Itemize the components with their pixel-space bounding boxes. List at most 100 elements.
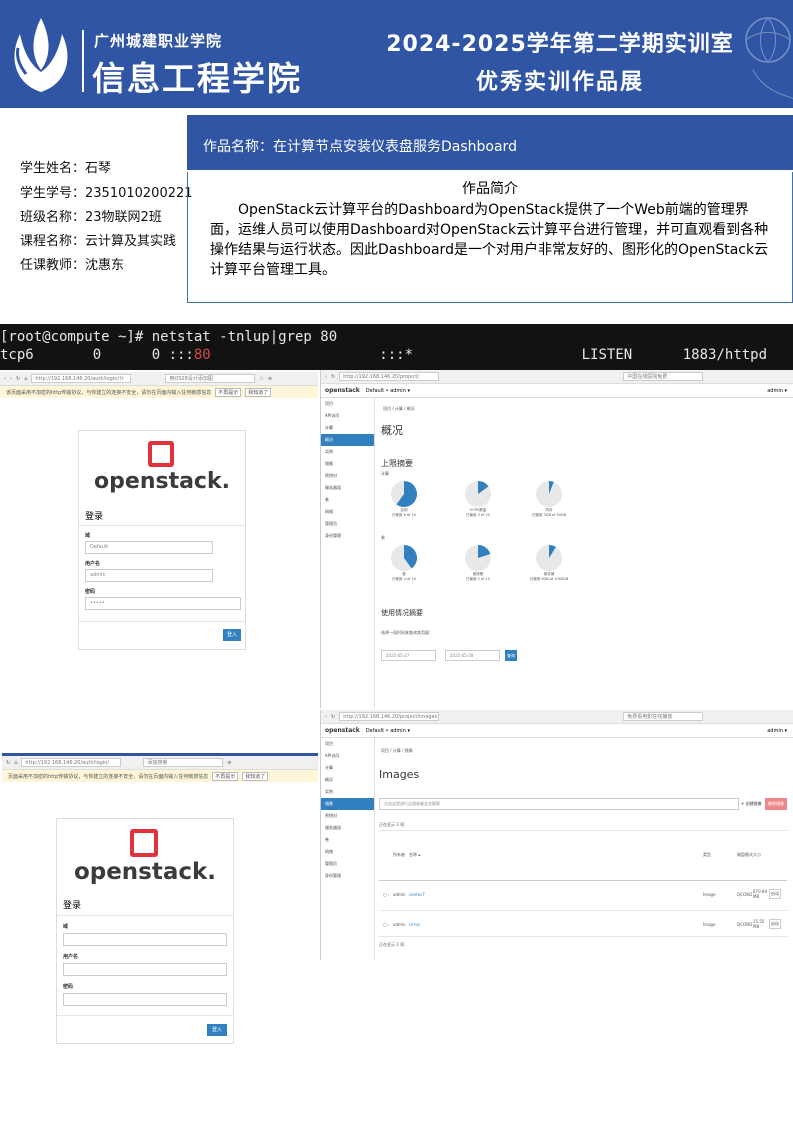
create-image-button[interactable]: + 创建镜像 [741, 801, 762, 807]
delete-image-button[interactable]: 删除镜像 [765, 798, 787, 810]
dont-show-button[interactable]: 不再提示 [215, 387, 242, 397]
dont-show-button[interactable]: 不再提示 [212, 771, 239, 781]
sidebar-item[interactable]: 项目 [321, 398, 374, 410]
address-bar[interactable]: http://192.168.146.20/project/ [339, 372, 440, 381]
class-name: 23物联网2班 [85, 210, 162, 225]
home-icon[interactable]: ⌂ [14, 760, 17, 766]
sidebar-item-images[interactable]: 镜像 [321, 798, 374, 810]
sidebar-item[interactable]: 密钥对 [321, 470, 374, 482]
home-icon[interactable]: ⌂ [24, 376, 27, 382]
reload-icon[interactable]: ↻ [331, 714, 335, 720]
domain-input[interactable] [63, 933, 227, 946]
query-button[interactable]: 查询 [505, 650, 517, 661]
class-row: 班级名称：23物联网2班 [20, 206, 162, 225]
username-input[interactable] [63, 963, 227, 976]
search-box[interactable]: 中国在线医院免费 [623, 372, 704, 381]
sidebar-item[interactable]: 服务器组 [321, 822, 374, 834]
image-name-link[interactable]: centos7 [409, 892, 425, 897]
sidebar-item[interactable]: API访问 [321, 750, 374, 762]
forward-icon[interactable]: › [10, 376, 12, 382]
reload-icon[interactable]: ↻ [6, 760, 10, 766]
pie-used: 已使用 9GB of 1000GB [529, 577, 569, 581]
address-bar[interactable]: http://192.168.146.20/auth/login/?r [31, 374, 132, 383]
login-submit-button[interactable]: 登入 [223, 629, 241, 641]
password-input[interactable] [63, 993, 227, 1006]
intro-box: 作品简介 OpenStack云计算平台的Dashboard为OpenStack提… [187, 172, 793, 303]
reload-icon[interactable]: ↻ [16, 376, 20, 382]
usage-summary-title: 使用情况摘要 [381, 609, 423, 617]
sidebar-item[interactable]: 实例 [321, 446, 374, 458]
student-id: 2351010200221 [85, 186, 193, 201]
back-icon[interactable]: ‹ [325, 374, 327, 380]
domain-label: 域 [85, 533, 91, 539]
brand-logo[interactable]: openstack [325, 727, 360, 734]
sidebar-item[interactable]: 密钥对 [321, 810, 374, 822]
sidebar-item-overview[interactable]: 概况 [321, 434, 374, 446]
student-name-label: 学生姓名： [20, 161, 86, 176]
user-menu[interactable]: admin ▾ [767, 728, 787, 734]
sidebar-item[interactable]: 镜像 [321, 458, 374, 470]
star-icon[interactable]: ☆ [259, 376, 263, 382]
work-title: 作品名称：在计算节点安装仪表盘服务Dashboard [187, 115, 793, 170]
sidebar-item[interactable]: 网络 [321, 506, 374, 518]
quota-pie-1: VCPU数量 已使用 3 of 20 [453, 480, 503, 518]
course-label: 课程名称： [20, 234, 86, 249]
quota-pie-0: 实例 已使用 6 of 10 [379, 480, 429, 518]
sidebar-item[interactable]: 管理员 [321, 518, 374, 530]
sidebar-item[interactable]: 概况 [321, 774, 374, 786]
pie-used: 已使用 3 of 20 [466, 513, 490, 517]
sidebar: 项目 API访问 计算 概况 实例 镜像 密钥对 服务器组 卷 网络 管理员 身… [321, 398, 375, 708]
pie-chart [391, 481, 417, 507]
menu-icon[interactable]: ≡ [227, 760, 231, 766]
date-from-input[interactable]: 2025-05-27 [381, 650, 436, 661]
domain-input[interactable]: Default [85, 541, 213, 554]
security-warning-bar: 页面采用不加密的http传输协议，与你建立的连接不安全，请勿在页面内输入任何敏感… [2, 770, 318, 782]
address-bar[interactable]: http://192.168.146.20/auth/login/ [21, 758, 122, 767]
back-icon[interactable]: ‹ [325, 714, 327, 720]
search-box[interactable]: 用OS28设计添加图 [165, 374, 256, 383]
sidebar-item[interactable]: 身份管理 [321, 870, 374, 882]
project-selector[interactable]: Default • admin ▾ [366, 728, 410, 734]
pie-chart [391, 545, 418, 571]
search-box[interactable]: 免费看电影在线播放 [623, 712, 704, 721]
sidebar-item[interactable]: 网络 [321, 846, 374, 858]
item-count: 正在显示 2 项 [379, 822, 405, 827]
login-submit-button[interactable]: 登入 [207, 1024, 227, 1036]
sidebar-item[interactable]: 管理员 [321, 858, 374, 870]
address-bar[interactable]: http://192.168.146.20/project/images [339, 712, 440, 721]
search-box[interactable]: 添加搜索 [143, 758, 224, 767]
pie-used: 已使用 3GB of 50GB [531, 513, 567, 517]
launch-button[interactable]: 启动 [769, 919, 781, 929]
project-selector[interactable]: Default • admin ▾ [366, 388, 410, 394]
sidebar-item[interactable]: 卷 [321, 834, 374, 846]
user-menu[interactable]: admin ▾ [767, 388, 787, 394]
filter-input[interactable]: 点击这里进行过滤或者全文搜索 [379, 798, 739, 810]
image-name-link[interactable]: cirros [409, 922, 420, 927]
username-label: 用户名 [85, 561, 101, 567]
brand-logo[interactable]: openstack [325, 387, 360, 394]
sidebar-item[interactable]: 实例 [321, 786, 374, 798]
username-input[interactable]: admin [85, 569, 213, 582]
row-checkbox[interactable]: ▢ › [383, 922, 390, 927]
launch-button[interactable]: 启动 [769, 889, 781, 899]
sidebar-item[interactable]: 项目 [321, 738, 374, 750]
sidebar-item[interactable]: 身份管理 [321, 530, 374, 542]
col-name[interactable]: 名称 ▴ [409, 852, 420, 858]
page-title: Images [379, 768, 420, 781]
row-checkbox[interactable]: ▢ › [383, 892, 390, 897]
date-to-input[interactable]: 2025-05-28 [445, 650, 500, 661]
sidebar-item[interactable]: 卷 [321, 494, 374, 506]
browser-toolbar: ‹ › ↻ ⌂ http://192.168.146.20/auth/login… [0, 372, 318, 386]
reload-icon[interactable]: ↻ [331, 374, 335, 380]
sidebar-item[interactable]: API访问 [321, 410, 374, 422]
dashboard-topnav: openstack Default • admin ▾ admin ▾ [321, 724, 793, 738]
sidebar-item[interactable]: 服务器组 [321, 482, 374, 494]
back-icon[interactable]: ‹ [4, 376, 6, 382]
got-it-button[interactable]: 我知道了 [242, 771, 269, 781]
sidebar-item[interactable]: 计算 [321, 422, 374, 434]
pie-used: 已使用 4 of 10 [392, 577, 416, 581]
got-it-button[interactable]: 我知道了 [245, 387, 272, 397]
sidebar-item[interactable]: 计算 [321, 762, 374, 774]
menu-icon[interactable]: ≡ [268, 376, 272, 382]
password-input[interactable]: ••••• [85, 597, 241, 610]
